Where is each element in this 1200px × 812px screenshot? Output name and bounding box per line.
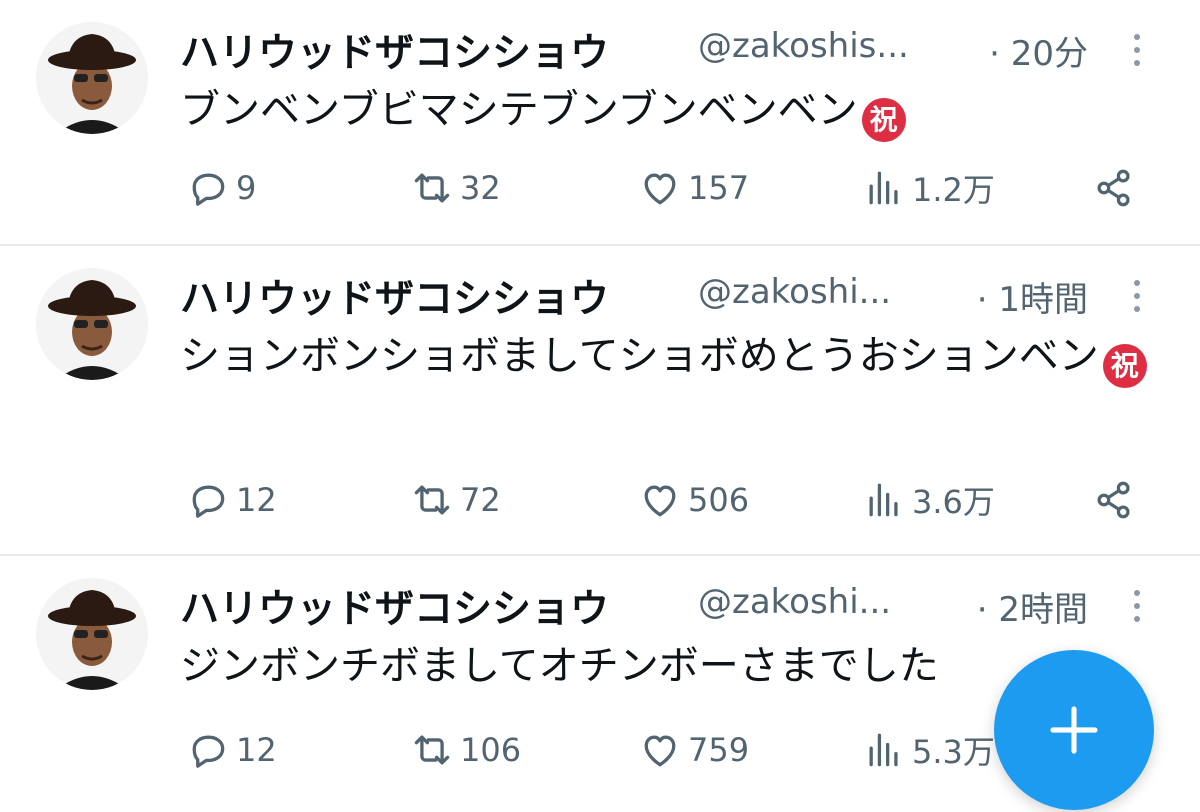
- retweet-icon: [414, 735, 450, 765]
- like-button[interactable]: 506: [638, 476, 749, 524]
- views-button[interactable]: 3.6万: [862, 476, 995, 524]
- heart-icon: [644, 735, 676, 767]
- like-count: 506: [688, 481, 750, 519]
- avatar[interactable]: [36, 22, 148, 134]
- share-icon: [1097, 481, 1130, 519]
- bar-chart-icon: [869, 733, 898, 767]
- heart-icon: [644, 485, 676, 517]
- like-button[interactable]: 759: [638, 726, 749, 774]
- retweet-count: 32: [460, 169, 501, 207]
- reply-count: 12: [236, 731, 277, 769]
- more-options-icon[interactable]: [1132, 34, 1142, 70]
- author-name[interactable]: ハリウッドザコシショウ: [180, 22, 609, 78]
- retweet-icon: [414, 173, 450, 203]
- bar-chart-icon: [869, 483, 898, 517]
- share-button[interactable]: [1092, 164, 1136, 212]
- author-name[interactable]: ハリウッドザコシショウ: [180, 268, 609, 324]
- reply-icon: [192, 735, 225, 768]
- tweet-text: ブンベンブビマシテブンブンベンベン祝: [180, 80, 1160, 142]
- avatar[interactable]: [36, 268, 148, 380]
- tweet-header: ハリウッドザコシショウ @zakoshis... · 20分: [180, 20, 1140, 76]
- tweet-actions: 12 72 506 3.6万: [186, 476, 1146, 524]
- share-button[interactable]: [1092, 476, 1136, 524]
- views-button[interactable]: 1.2万: [862, 164, 995, 212]
- avatar[interactable]: [36, 578, 148, 690]
- celebration-emoji: 祝: [861, 98, 906, 142]
- retweet-button[interactable]: 106: [410, 726, 521, 774]
- reply-icon: [192, 485, 225, 518]
- retweet-icon: [414, 485, 450, 515]
- avatar-image: [36, 578, 148, 690]
- retweet-count: 106: [460, 731, 522, 769]
- author-handle[interactable]: @zakoshi...: [698, 272, 891, 312]
- reply-button[interactable]: 9: [186, 164, 256, 212]
- avatar-image: [36, 22, 148, 134]
- tweet[interactable]: ハリウッドザコシショウ @zakoshi... · 1時間 ションボンショボまし…: [0, 246, 1200, 556]
- timestamp[interactable]: · 1時間: [977, 272, 1088, 321]
- more-options-icon[interactable]: [1132, 280, 1142, 316]
- retweet-button[interactable]: 32: [410, 164, 501, 212]
- celebration-emoji: 祝: [1102, 344, 1147, 388]
- avatar-image: [36, 268, 148, 380]
- tweet-actions: 9 32 157 1.2万: [186, 164, 1146, 212]
- view-count: 3.6万: [912, 483, 995, 521]
- view-count: 1.2万: [912, 171, 995, 209]
- author-handle[interactable]: @zakoshis...: [698, 26, 909, 66]
- timestamp[interactable]: · 20分: [989, 26, 1088, 75]
- heart-icon: [644, 173, 676, 205]
- views-button[interactable]: 5.3万: [862, 726, 995, 774]
- plus-icon: [1050, 706, 1098, 754]
- reply-button[interactable]: 12: [186, 476, 277, 524]
- author-name[interactable]: ハリウッドザコシショウ: [180, 578, 609, 634]
- reply-count: 12: [236, 481, 277, 519]
- tweet-body: ブンベンブビマシテブンブンベンベン: [180, 87, 858, 133]
- more-options-icon[interactable]: [1132, 590, 1142, 626]
- like-count: 759: [688, 731, 750, 769]
- view-count: 5.3万: [912, 733, 995, 771]
- author-handle[interactable]: @zakoshi...: [698, 582, 891, 622]
- tweet-header: ハリウッドザコシショウ @zakoshi... · 2時間: [180, 576, 1140, 632]
- retweet-button[interactable]: 72: [410, 476, 501, 524]
- reply-count: 9: [236, 169, 257, 207]
- like-count: 157: [688, 169, 750, 207]
- tweet-body: ジンボンチボましてオチンボーさまでした: [180, 643, 939, 689]
- timestamp[interactable]: · 2時間: [977, 582, 1088, 631]
- tweet-body: ションボンショボましてショボめとうおションベン: [180, 333, 1099, 379]
- reply-button[interactable]: 12: [186, 726, 277, 774]
- reply-icon: [192, 173, 225, 206]
- share-icon: [1097, 169, 1130, 207]
- bar-chart-icon: [869, 171, 898, 205]
- tweet-text: ションボンショボましてショボめとうおションベン祝: [180, 326, 1160, 388]
- like-button[interactable]: 157: [638, 164, 749, 212]
- tweet[interactable]: ハリウッドザコシショウ @zakoshis... · 20分 ブンベンブビマシテ…: [0, 0, 1200, 246]
- tweet-header: ハリウッドザコシショウ @zakoshi... · 1時間: [180, 266, 1140, 322]
- compose-tweet-button[interactable]: [994, 650, 1154, 810]
- retweet-count: 72: [460, 481, 501, 519]
